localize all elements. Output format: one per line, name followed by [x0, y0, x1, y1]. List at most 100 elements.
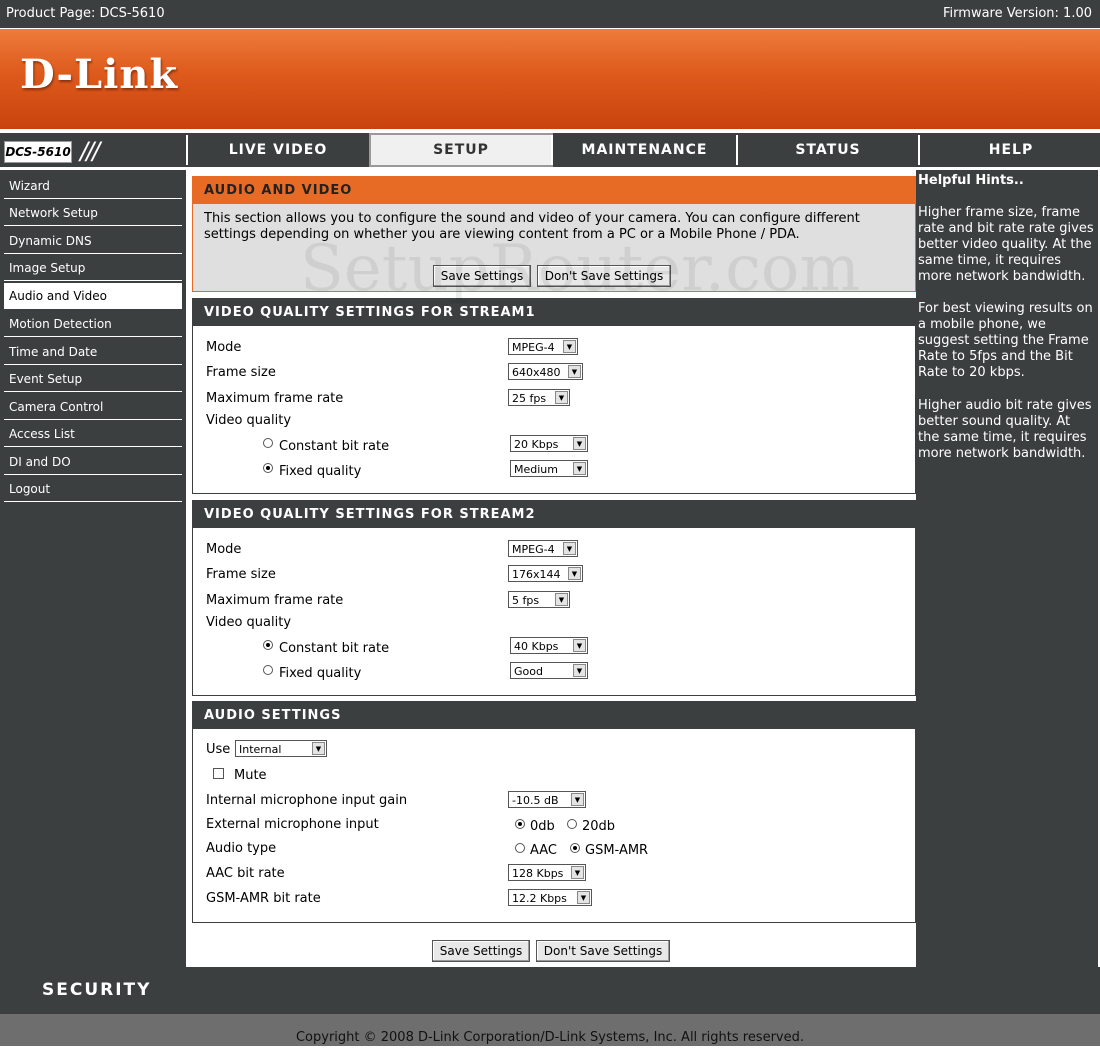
audio-use-select[interactable]: Internal ▼ [235, 740, 327, 757]
audio-type-label: Audio type [206, 841, 277, 856]
stream2-fixed-radio[interactable] [263, 665, 273, 675]
helpful-hints-panel: Helpful Hints.. Higher frame size, frame… [916, 170, 1098, 967]
constant-bit-rate-label: Constant bit rate [279, 641, 390, 656]
tab-live-video[interactable]: LIVE VIDEO [186, 135, 368, 165]
aac-bit-rate-select[interactable]: 128 Kbps ▼ [508, 864, 586, 881]
selected-value: 128 Kbps [512, 867, 564, 880]
selected-value: MPEG-4 [512, 543, 555, 556]
fixed-quality-label: Fixed quality [279, 666, 362, 681]
mode-label: Mode [206, 340, 242, 355]
sidebar-item-image-setup[interactable]: Image Setup [4, 255, 182, 281]
max-frame-rate-label: Maximum frame rate [206, 391, 344, 406]
selected-value: Medium [514, 463, 558, 476]
stream1-cbr-select[interactable]: 20 Kbps ▼ [510, 435, 588, 452]
bottom-dont-save-settings-button[interactable]: Don't Save Settings [536, 940, 670, 962]
chevron-down-icon: ▼ [568, 567, 581, 580]
chevron-down-icon: ▼ [577, 891, 590, 904]
ext-20db-radio[interactable] [567, 819, 577, 829]
stream2-cbr-radio[interactable] [263, 640, 273, 650]
dont-save-settings-button[interactable]: Don't Save Settings [537, 265, 671, 287]
selected-value: MPEG-4 [512, 341, 555, 354]
save-settings-button[interactable]: Save Settings [433, 265, 531, 287]
stream2-fixed-select[interactable]: Good ▼ [510, 662, 588, 679]
selected-value: 640x480 [512, 366, 561, 379]
gsm-amr-bit-rate-label: GSM-AMR bit rate [206, 891, 321, 906]
selected-value: 20 Kbps [514, 438, 559, 451]
use-label: Use [206, 742, 231, 757]
stream2-frame-size-select[interactable]: 176x144 ▼ [508, 565, 583, 582]
tab-help[interactable]: HELP [918, 135, 1100, 165]
chevron-down-icon: ▼ [568, 365, 581, 378]
sidebar-item-network-setup[interactable]: Network Setup [4, 200, 182, 226]
main-content: AUDIO AND VIDEO This section allows you … [186, 170, 916, 967]
selected-value: Good [514, 665, 543, 678]
sidebar-item-event-setup[interactable]: Event Setup [4, 366, 182, 392]
stream2-max-fps-select[interactable]: 5 fps ▼ [508, 591, 570, 608]
stream1-mode-select[interactable]: MPEG-4 ▼ [508, 338, 578, 355]
stream1-frame-size-select[interactable]: 640x480 ▼ [508, 363, 583, 380]
sidebar-item-wizard[interactable]: Wizard [4, 173, 182, 199]
copyright: Copyright © 2008 D-Link Corporation/D-Li… [0, 1014, 1100, 1046]
audio-video-intro: AUDIO AND VIDEO This section allows you … [192, 176, 916, 292]
selected-value: 40 Kbps [514, 640, 559, 653]
sidebar: Wizard Network Setup Dynamic DNS Image S… [0, 170, 186, 967]
stream1-max-fps-select[interactable]: 25 fps ▼ [508, 389, 570, 406]
gsm-amr-bit-rate-select[interactable]: 12.2 Kbps ▼ [508, 889, 592, 906]
internal-gain-label: Internal microphone input gain [206, 793, 408, 808]
stream2-section: VIDEO QUALITY SETTINGS FOR STREAM2 Mode … [192, 500, 916, 696]
stream1-section: VIDEO QUALITY SETTINGS FOR STREAM1 Mode … [192, 298, 916, 494]
sidebar-item-motion-detection[interactable]: Motion Detection [4, 311, 182, 337]
tab-status[interactable]: STATUS [736, 135, 918, 165]
chevron-down-icon: ▼ [555, 593, 568, 606]
stream1-cbr-radio[interactable] [263, 438, 273, 448]
model-label: DCS-5610 [4, 141, 72, 163]
bottom-save-settings-button[interactable]: Save Settings [432, 940, 530, 962]
chevron-down-icon: ▼ [555, 391, 568, 404]
constant-bit-rate-label: Constant bit rate [279, 439, 390, 454]
intro-text: This section allows you to configure the… [204, 211, 860, 242]
section-title: VIDEO QUALITY SETTINGS FOR STREAM2 [193, 501, 915, 528]
aac-radio[interactable] [515, 843, 525, 853]
audio-section: AUDIO SETTINGS Use Internal ▼ Mute Intern… [192, 701, 916, 923]
max-frame-rate-label: Maximum frame rate [206, 593, 344, 608]
stream1-fixed-radio[interactable] [263, 463, 273, 473]
chevron-down-icon: ▼ [573, 639, 586, 652]
tab-setup[interactable]: SETUP [369, 133, 553, 167]
stream1-fixed-select[interactable]: Medium ▼ [510, 460, 588, 477]
ext-20db-label: 20db [582, 819, 616, 834]
sidebar-item-audio-and-video[interactable]: Audio and Video [4, 283, 182, 309]
selected-value: 176x144 [512, 568, 561, 581]
selected-value: Internal [239, 743, 282, 756]
hint-paragraph: Higher frame size, frame rate and bit ra… [918, 205, 1094, 284]
stream2-cbr-select[interactable]: 40 Kbps ▼ [510, 637, 588, 654]
aac-bit-rate-label: AAC bit rate [206, 866, 285, 881]
sidebar-item-camera-control[interactable]: Camera Control [4, 394, 182, 420]
chevron-down-icon: ▼ [571, 793, 584, 806]
external-input-label: External microphone input [206, 817, 379, 832]
mute-checkbox[interactable] [213, 768, 224, 779]
model-slashes: /// [80, 137, 100, 165]
chevron-down-icon: ▼ [573, 437, 586, 450]
hint-paragraph: For best viewing results on a mobile pho… [918, 301, 1093, 380]
ext-0db-radio[interactable] [515, 819, 525, 829]
brand-banner: D-Link [0, 29, 1100, 129]
dlink-logo: D-Link [20, 51, 179, 98]
chevron-down-icon: ▼ [571, 866, 584, 879]
sidebar-item-time-and-date[interactable]: Time and Date [4, 339, 182, 365]
model-badge: DCS-5610 /// [2, 135, 185, 165]
sidebar-item-logout[interactable]: Logout [4, 476, 182, 502]
main-nav: DCS-5610 /// LIVE VIDEO SETUP MAINTENANC… [0, 133, 1100, 167]
mode-label: Mode [206, 542, 242, 557]
sidebar-item-di-and-do[interactable]: DI and DO [4, 449, 182, 475]
video-quality-label: Video quality [206, 413, 292, 428]
sidebar-item-access-list[interactable]: Access List [4, 421, 182, 447]
selected-value: -10.5 dB [512, 794, 559, 807]
internal-gain-select[interactable]: -10.5 dB ▼ [508, 791, 586, 808]
stream2-mode-select[interactable]: MPEG-4 ▼ [508, 540, 578, 557]
aac-label: AAC [530, 843, 557, 858]
gsm-amr-radio[interactable] [570, 843, 580, 853]
mute-label: Mute [234, 768, 267, 783]
top-info-bar: Product Page: DCS-5610 Firmware Version:… [0, 0, 1100, 28]
tab-maintenance[interactable]: MAINTENANCE [551, 135, 736, 165]
sidebar-item-dynamic-dns[interactable]: Dynamic DNS [4, 228, 182, 254]
